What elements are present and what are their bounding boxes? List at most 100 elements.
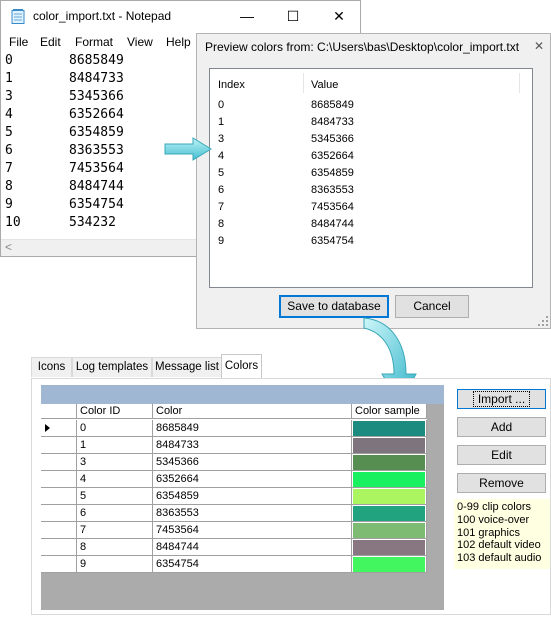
row-selector[interactable] (41, 454, 77, 471)
preview-title: Preview colors from: C:\Users\bas\Deskto… (205, 40, 520, 54)
maximize-button[interactable]: ☐ (270, 1, 316, 32)
table-row[interactable]: 7 7453564 (41, 522, 427, 539)
line-index: 1 (5, 71, 13, 86)
cell-color-id[interactable]: 7 (77, 522, 153, 539)
grid-caption-band (41, 385, 444, 404)
line-value: 6352664 (69, 107, 124, 122)
cell-color[interactable]: 8685849 (153, 420, 352, 437)
cell-color-id[interactable]: 9 (77, 556, 153, 573)
line-value: 8484733 (69, 71, 124, 86)
menu-format[interactable]: Format (75, 35, 113, 49)
notepad-title: color_import.txt - Notepad (33, 9, 172, 23)
close-button[interactable]: ✕ (316, 1, 362, 32)
row-selector[interactable] (41, 420, 77, 437)
color-swatch (353, 438, 425, 453)
table-row[interactable]: 1 8484733 (41, 437, 427, 454)
cell-color[interactable]: 8484733 (153, 437, 352, 454)
tab-message-list[interactable]: Message list (152, 357, 222, 377)
line-index: 9 (5, 197, 13, 212)
cell-color-sample[interactable] (352, 488, 427, 505)
table-row[interactable]: 5 6354859 (41, 488, 427, 505)
cell-color-id[interactable]: 8 (77, 539, 153, 556)
item-value: 8484733 (311, 116, 354, 128)
line-value: 5345366 (69, 89, 124, 104)
line-value: 7453564 (69, 161, 124, 176)
cell-color-id[interactable]: 4 (77, 471, 153, 488)
table-row[interactable]: 6 8363553 (41, 505, 427, 522)
color-swatch (353, 557, 425, 572)
row-selector[interactable] (41, 437, 77, 454)
cell-color[interactable]: 7453564 (153, 522, 352, 539)
tab-icons[interactable]: Icons (31, 357, 72, 377)
line-value: 8363553 (69, 143, 124, 158)
column-header-color[interactable]: Color (153, 404, 352, 419)
remove-button[interactable]: Remove (457, 473, 546, 493)
row-selector[interactable] (41, 505, 77, 522)
line-index: 7 (5, 161, 13, 176)
cell-color-sample[interactable] (352, 539, 427, 556)
cell-color[interactable]: 8363553 (153, 505, 352, 522)
preview-list[interactable]: Index Value 0 8685849 1 8484733 3 5345366 4… (209, 68, 533, 288)
import-button[interactable]: Import ... (457, 389, 546, 409)
cell-color-sample[interactable] (352, 420, 427, 437)
row-selector[interactable] (41, 488, 77, 505)
cell-color-id[interactable]: 0 (77, 420, 153, 437)
cell-color-sample[interactable] (352, 522, 427, 539)
item-value: 6354859 (311, 167, 354, 179)
cell-color-id[interactable]: 3 (77, 454, 153, 471)
item-value: 8363553 (311, 184, 354, 196)
cell-color[interactable]: 5345366 (153, 454, 352, 471)
column-divider[interactable] (519, 73, 520, 93)
color-swatch (353, 523, 425, 538)
menu-edit[interactable]: Edit (40, 35, 61, 49)
table-row[interactable]: 0 8685849 (41, 420, 427, 437)
cell-color-id[interactable]: 5 (77, 488, 153, 505)
cell-color-id[interactable]: 1 (77, 437, 153, 454)
cell-color-sample[interactable] (352, 454, 427, 471)
add-button[interactable]: Add (457, 417, 546, 437)
preview-close-button[interactable]: ✕ (528, 35, 550, 57)
row-selector[interactable] (41, 522, 77, 539)
minimize-button[interactable]: — (224, 1, 270, 32)
line-index: 0 (5, 53, 13, 68)
legend-line: 103 default audio (457, 552, 542, 565)
line-value: 6354859 (69, 125, 124, 140)
cell-color[interactable]: 8484744 (153, 539, 352, 556)
cell-color[interactable]: 6354754 (153, 556, 352, 573)
cell-color-sample[interactable] (352, 471, 427, 488)
cell-color-sample[interactable] (352, 505, 427, 522)
cell-color-sample[interactable] (352, 437, 427, 454)
column-header-value[interactable]: Value (311, 79, 338, 91)
table-row[interactable]: 8 8484744 (41, 539, 427, 556)
column-header-color-sample[interactable]: Color sample (352, 404, 427, 419)
row-selector[interactable] (41, 556, 77, 573)
cell-color[interactable]: 6352664 (153, 471, 352, 488)
column-header-index[interactable]: Index (218, 79, 245, 91)
color-swatch (353, 455, 425, 470)
colors-grid[interactable]: Color ID Color Color sample 0 8685849 1 848… (41, 404, 444, 610)
notepad-app-icon (11, 9, 25, 24)
row-selector[interactable] (41, 539, 77, 556)
cell-color[interactable]: 6354859 (153, 488, 352, 505)
scroll-left-icon[interactable]: < (5, 240, 12, 254)
notepad-titlebar[interactable]: color_import.txt - Notepad — ☐ ✕ (1, 1, 360, 32)
row-selector[interactable] (41, 471, 77, 488)
tab-colors[interactable]: Colors (221, 354, 262, 378)
column-header-color-id[interactable]: Color ID (77, 404, 153, 419)
menu-view[interactable]: View (127, 35, 153, 49)
table-row[interactable]: 9 6354754 (41, 556, 427, 573)
table-row[interactable]: 4 6352664 (41, 471, 427, 488)
legend-line: 100 voice-over (457, 513, 530, 526)
cell-color-id[interactable]: 6 (77, 505, 153, 522)
menu-file[interactable]: File (9, 35, 28, 49)
tab-log-templates[interactable]: Log templates (72, 357, 152, 377)
resize-grip-icon[interactable] (538, 316, 548, 326)
item-index: 1 (218, 116, 225, 128)
import-button-label: Import ... (472, 391, 531, 407)
column-divider[interactable] (303, 73, 304, 93)
table-row[interactable]: 3 5345366 (41, 454, 427, 471)
menu-help[interactable]: Help (166, 35, 191, 49)
color-swatch (353, 540, 425, 555)
cell-color-sample[interactable] (352, 556, 427, 573)
edit-button[interactable]: Edit (457, 445, 546, 465)
